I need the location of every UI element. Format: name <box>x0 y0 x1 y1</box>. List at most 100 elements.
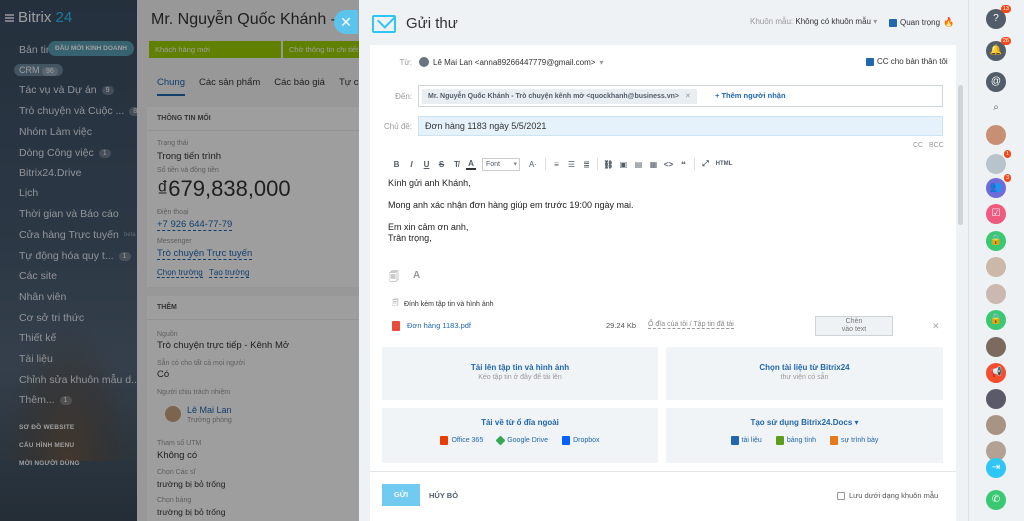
message-body[interactable]: Kính gửi anh Khánh, Mong anh xác nhận đơ… <box>388 178 633 244</box>
recipients-field[interactable]: Mr. Nguyễn Quốc Khánh - Trò chuyện kênh … <box>418 85 943 107</box>
cc-self-checkbox[interactable]: CC cho bản thân tôi <box>866 57 948 66</box>
bullet-list-icon[interactable]: ☰ <box>564 160 579 169</box>
video-icon[interactable]: ▤ <box>631 160 646 169</box>
call-button[interactable]: ✆ <box>986 490 1006 510</box>
close-slider-button[interactable]: ✕ <box>334 10 358 34</box>
from-label: Từ: <box>399 58 412 67</box>
bell-button[interactable]: 🔔 26 <box>986 37 1011 61</box>
search-button-alt[interactable]: @ <box>986 72 1006 92</box>
contact-avatar-3[interactable] <box>986 257 1006 277</box>
pdf-file-icon <box>392 321 400 331</box>
save-as-template-checkbox[interactable]: Lưu dưới dạng khuôn mẫu <box>837 491 938 500</box>
text-color-icon[interactable]: A <box>466 159 476 170</box>
chevron-down-icon: ▾ <box>873 17 878 26</box>
dropbox-button[interactable]: Dropbox <box>562 436 600 445</box>
contact-avatar-1[interactable] <box>986 125 1006 145</box>
add-recipient-link[interactable]: + Thêm người nhận <box>715 91 786 100</box>
message-editor[interactable]: B I U S T̸ A Font A· ≡ ☰ ≣ ⛓ ▣ ▤ ▦ <> ❝ <box>382 150 943 300</box>
insert-into-text-button[interactable]: Chèn vào text <box>815 316 893 336</box>
from-selector[interactable]: Lê Mai Lan <anna89266447779@gmail.com> ▾ <box>419 57 603 67</box>
bcc-link[interactable]: BCC <box>929 142 944 149</box>
recipient-chip[interactable]: Mr. Nguyễn Quốc Khánh - Trò chuyện kênh … <box>422 89 697 104</box>
font-select[interactable]: Font <box>482 157 520 171</box>
spreadsheet-icon <box>775 436 784 445</box>
exit-icon: ⇥ <box>991 462 1001 473</box>
important-checkbox[interactable]: Quan trọng 🔥 <box>889 17 954 28</box>
slider-scrollbar[interactable] <box>958 45 963 521</box>
office365-button[interactable]: Office 365 <box>440 436 483 445</box>
send-button[interactable]: GỬI <box>382 484 420 506</box>
google-drive-button[interactable]: Google Drive <box>495 435 549 446</box>
user-icon <box>419 57 429 67</box>
check-calendar-icon: ☑ <box>991 208 1001 219</box>
footer-divider <box>370 471 956 472</box>
choose-doc-subtitle: thư viện có sẵn <box>780 374 829 381</box>
quote-icon[interactable]: ❝ <box>676 160 691 169</box>
text-format-icon[interactable]: A <box>413 270 420 281</box>
image-icon[interactable]: ▣ <box>616 160 631 169</box>
attach-file-icon[interactable]: 🗐 <box>389 270 399 287</box>
choose-doc-title: Chọn tài liệu từ Bitrix24 <box>759 363 850 372</box>
create-document-button[interactable]: tài liệu <box>730 436 762 445</box>
notifications-button[interactable]: ? 13 <box>986 5 1011 29</box>
attachment-storage-link[interactable]: Ổ đĩa của tôi / Tập tin đã tải <box>648 321 734 329</box>
remove-recipient-icon[interactable]: ✕ <box>685 93 691 100</box>
template-selector[interactable]: Khuôn mẫu: Không có khuôn mẫu ▾ <box>750 17 877 26</box>
attachment-size: 29.24 Kb <box>606 321 637 330</box>
numbered-list-icon[interactable]: ≡ <box>549 160 564 169</box>
scrollbar-thumb[interactable] <box>958 85 963 225</box>
choose-bitrix-doc-button[interactable]: Chọn tài liệu từ Bitrix24 thư viện có sẵ… <box>666 347 943 400</box>
contact-avatar-4[interactable] <box>986 284 1006 304</box>
contact-avatar-6[interactable] <box>986 389 1006 409</box>
upload-files-dropzone[interactable]: Tải lên tập tin và hình ảnh Kéo tập tin … <box>382 347 658 400</box>
contact-avatar-7[interactable] <box>986 415 1006 435</box>
underline-button[interactable]: U <box>419 160 434 169</box>
strikethrough-button[interactable]: S <box>434 160 449 169</box>
calendar-chat-button[interactable]: ☑ <box>986 204 1006 224</box>
create-presentation-button[interactable]: sự trình bày <box>830 436 878 445</box>
fire-icon: 🔥 <box>943 17 955 27</box>
code-icon[interactable]: <> <box>661 160 676 169</box>
envelope-icon <box>372 15 396 33</box>
locked-chat-button-2[interactable]: 🔒 <box>986 310 1006 330</box>
create-docs-title[interactable]: Tạo sử dụng Bitrix24.Docs ▾ <box>666 418 943 427</box>
align-icon[interactable]: ≣ <box>579 160 594 169</box>
upload-subtitle: Kéo tập tin ở đây để tải lên <box>478 374 562 381</box>
italic-button[interactable]: I <box>404 160 419 169</box>
external-title: Tải về từ ổ đĩa ngoài <box>481 418 559 427</box>
google-drive-label: Google Drive <box>507 437 549 444</box>
html-mode-button[interactable]: HTML <box>713 161 735 167</box>
contact-avatar-5[interactable] <box>986 337 1006 357</box>
search-button[interactable]: ⌕ <box>986 98 1006 118</box>
font-size-button[interactable]: A· <box>524 160 542 169</box>
fullscreen-icon[interactable]: ⤢ <box>698 159 713 169</box>
template-label: Khuôn mẫu: <box>750 17 794 26</box>
announcement-chat-button[interactable]: 📢 <box>986 363 1006 383</box>
subject-input[interactable]: Đơn hàng 1183 ngày 5/5/2021 <box>418 116 943 136</box>
modal-overlay[interactable] <box>0 0 359 521</box>
presentation-label: sự trình bày <box>841 437 879 444</box>
group-badge: 3 <box>1003 174 1011 182</box>
at-icon: @ <box>990 76 1002 87</box>
cc-link[interactable]: CC <box>913 142 923 149</box>
cancel-button[interactable]: HỦY BỎ <box>429 491 458 500</box>
link-icon[interactable]: ⛓ <box>601 160 616 169</box>
body-line: Mong anh xác nhận đơn hàng giúp em trước… <box>388 200 634 210</box>
open-lines-button[interactable]: ⇥ <box>986 458 1006 478</box>
table-icon[interactable]: ▦ <box>646 160 661 169</box>
body-greeting: Kính gửi anh Khánh, <box>388 178 471 188</box>
close-icon: ✕ <box>340 14 352 30</box>
locked-chat-button[interactable]: 🔒 <box>986 231 1006 251</box>
email-compose-slider: Gửi thư Khuôn mẫu: Không có khuôn mẫu ▾ … <box>359 0 968 521</box>
insert-label: vào text <box>841 326 867 333</box>
editor-toolbar: B I U S T̸ A Font A· ≡ ☰ ≣ ⛓ ▣ ▤ ▦ <> ❝ <box>389 156 735 172</box>
attachment-name[interactable]: Đơn hàng 1183.pdf <box>407 321 471 330</box>
remove-attachment-icon[interactable]: ✕ <box>932 321 940 332</box>
create-spreadsheet-button[interactable]: bảng tính <box>775 436 816 445</box>
save-template-label: Lưu dưới dạng khuôn mẫu <box>849 491 939 500</box>
contact-avatar-2[interactable]: 1 <box>986 150 1011 174</box>
bold-button[interactable]: B <box>389 160 404 169</box>
clear-format-icon[interactable]: T̸ <box>449 160 464 169</box>
group-chat-button[interactable]: 👥 3 <box>986 174 1011 198</box>
template-value: Không có khuôn mẫu <box>795 17 871 26</box>
